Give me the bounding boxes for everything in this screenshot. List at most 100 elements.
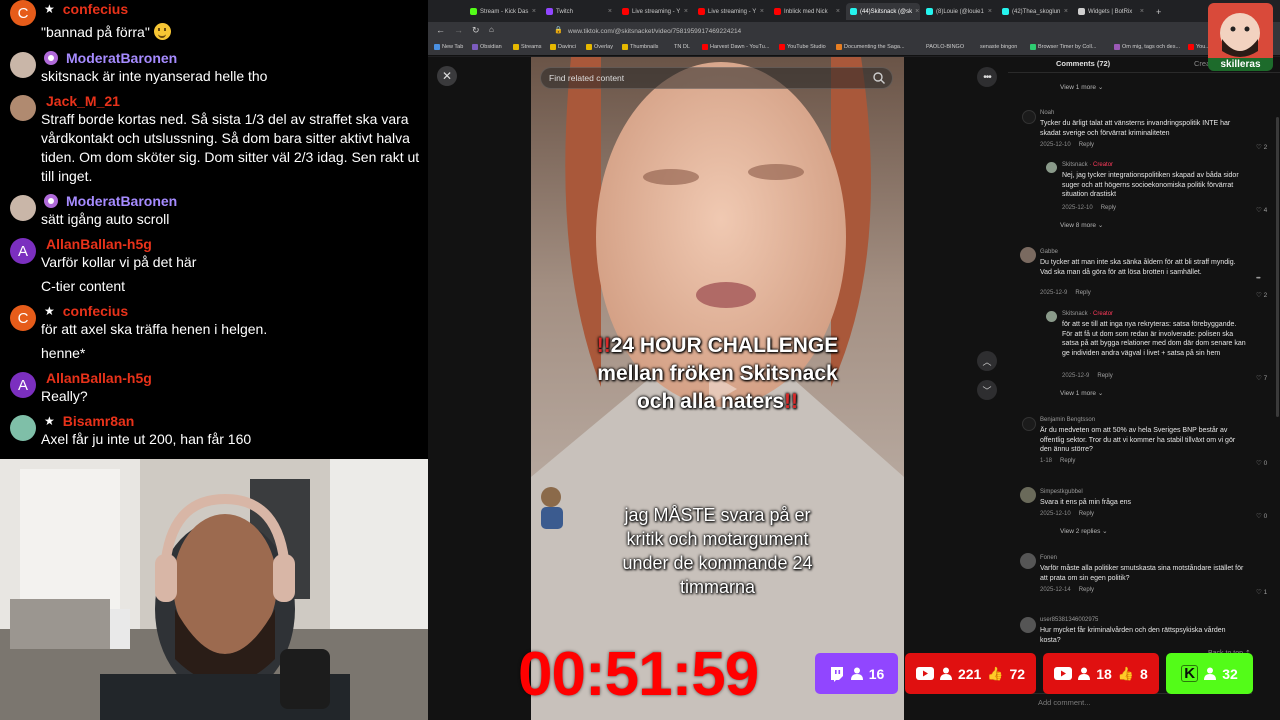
tab-comments[interactable]: Comments (72) [1056,59,1110,68]
bookmark-item[interactable]: Overlay [586,44,613,50]
browser-tab[interactable]: Widgets | BotRix × [1074,3,1148,20]
bookmark-item[interactable]: Davinci [550,44,576,50]
chat-username: ★ confecius [44,1,129,17]
close-tab-icon[interactable]: × [1140,8,1144,15]
bookmark-item[interactable]: Harvest Dawn - YouTu... [702,44,769,50]
lock-icon: 🔒 [554,27,563,34]
comment-author[interactable]: Fonen [1040,555,1057,561]
new-tab-button[interactable]: + [1152,3,1166,20]
browser-tab[interactable]: Twitch × [542,3,616,20]
home-icon[interactable]: ⌂ [489,25,494,34]
close-tab-icon[interactable]: × [836,8,840,15]
add-comment-input[interactable]: Add comment... [1016,693,1252,711]
comment-author[interactable]: Benjamin Bengtsson [1040,417,1095,423]
comment-author[interactable]: Noah [1040,110,1054,116]
comment-author[interactable]: Skitsnack · Creator [1062,162,1113,168]
browser-tab[interactable]: Live streaming - Y × [694,3,768,20]
kick-icon [470,8,477,15]
youtube-icon [1054,667,1073,680]
reply-button[interactable]: Reply [1079,587,1094,593]
search-input[interactable]: Find related content [540,67,893,89]
reply-button[interactable]: Reply [1079,142,1094,148]
next-video-button[interactable]: ﹀ [977,380,997,400]
browser-tab[interactable]: (8)Louie (@louie1 × [922,3,996,20]
like-count[interactable]: ♡ 2 [1256,143,1267,151]
like-count[interactable]: ♡ 4 [1256,206,1267,214]
tiktok-icon [1002,8,1009,15]
reply-button[interactable]: Reply [1097,373,1112,379]
bookmark-item[interactable]: Documenting the Saga... [836,44,905,50]
folder-icon [550,44,556,50]
browser-tab-active[interactable]: (44)Skitsnack (@sk × [846,3,920,20]
comment-author[interactable]: Simpestkgubbel [1040,489,1083,495]
close-tab-icon[interactable]: × [684,8,688,15]
like-count[interactable]: ♡ 0 [1256,459,1267,467]
close-video-button[interactable]: ✕ [437,66,457,86]
browser-tab[interactable]: Inblick med Nick × [770,3,844,20]
chat-username: Jack_M_21 [46,93,120,109]
view-more-replies[interactable]: View 1 more ⌄ [1060,389,1103,397]
chat-text: C-tier content [41,278,126,294]
like-count[interactable]: ♡ 2 [1256,291,1267,299]
comment-author[interactable]: Skitsnack · Creator [1062,311,1113,317]
view-more-replies[interactable]: View 2 replies ⌄ [1060,527,1108,535]
chevron-down-icon: ﹀ [982,385,992,396]
chat-text: Axel får ju inte ut 200, han får 160 [41,431,252,447]
back-icon[interactable]: ← [436,25,445,35]
bookmark-item[interactable]: Obsidian [472,44,502,50]
comment-text: Tycker du ärligt talat att vänsterns inv… [1040,120,1231,137]
video-player[interactable]: !!24 HOUR CHALLENGE mellan fröken Skitsn… [531,57,904,720]
reply-button[interactable]: Reply [1079,511,1094,517]
like-count[interactable]: ♡ 0 [1256,512,1267,520]
close-tab-icon[interactable]: × [915,8,919,15]
chat-username: ★ confecius [44,303,129,319]
reply-button[interactable]: Reply [1101,205,1116,211]
reload-icon[interactable]: ↻ [472,25,480,36]
bookmark-item[interactable]: Streams [513,44,541,50]
bookmark-item[interactable]: You... [1188,44,1210,50]
comment-meta: 2025-12-10 Reply [1040,142,1095,148]
tab-bar: Stream - Kick Das × Twitch × Live streamin… [428,0,1280,22]
forward-icon[interactable]: → [454,25,463,35]
close-tab-icon[interactable]: × [1064,8,1068,15]
chat-text: henne* [41,345,86,361]
chat-text: Varför kollar vi på det här [41,254,197,270]
bookmark-item[interactable]: PAOLO-BINGO [926,44,964,50]
close-tab-icon[interactable]: × [988,8,992,15]
close-tab-icon[interactable]: × [608,8,612,15]
browser-tab[interactable]: Stream - Kick Das × [466,3,540,20]
view-more-replies[interactable]: View 8 more ⌄ [1060,221,1103,229]
like-count: 72 [1009,665,1026,682]
scrollbar[interactable] [1276,117,1279,417]
reply-button[interactable]: Reply [1060,458,1075,464]
comment-author[interactable]: user85381346002975 [1040,617,1098,623]
bookmark-item[interactable]: Om mig, tags och des... [1114,44,1180,50]
webcam-feed [0,459,428,720]
bookmark-item[interactable]: New Tab [434,44,463,50]
search-icon[interactable] [872,71,886,85]
comment-author[interactable]: Gabbe [1040,249,1058,255]
browser-tab[interactable]: (42)Thea_skoglun × [998,3,1072,20]
like-count[interactable]: ♡ 7 [1256,374,1267,382]
comment-text: Du tycker att man inte ska sänka åldern … [1040,259,1236,276]
bookmark-item[interactable]: Thumbnails [622,44,658,50]
user-avatar [10,52,36,78]
stream-layout: C ★ confecius "bannad på förra" ModeratBa… [0,0,1280,720]
kick-icon: K [1181,665,1199,682]
more-options-button[interactable]: ••• [977,67,997,87]
like-count[interactable]: ♡ 1 [1256,588,1267,596]
browser-tab[interactable]: Live streaming - Y × [618,3,692,20]
bookmark-item[interactable]: Browser Timer by Coll... [1030,44,1096,50]
previous-video-button[interactable]: ︿ [977,351,997,371]
bookmark-item[interactable]: YouTube Studio [779,44,826,50]
reply-button[interactable]: Reply [1075,290,1090,296]
bookmark-item[interactable]: senaste bingon [980,44,1017,50]
close-tab-icon[interactable]: × [760,8,764,15]
comment-more-icon[interactable]: ••• [1256,275,1261,282]
folder-icon [622,44,628,50]
bookmark-item[interactable]: TN DL [674,44,690,50]
url-field[interactable]: www.tiktok.com/@skitsnacket/video/758195… [568,26,1128,38]
folder-icon [586,44,592,50]
close-tab-icon[interactable]: × [532,8,536,15]
view-more-replies[interactable]: View 1 more ⌄ [1060,83,1103,91]
